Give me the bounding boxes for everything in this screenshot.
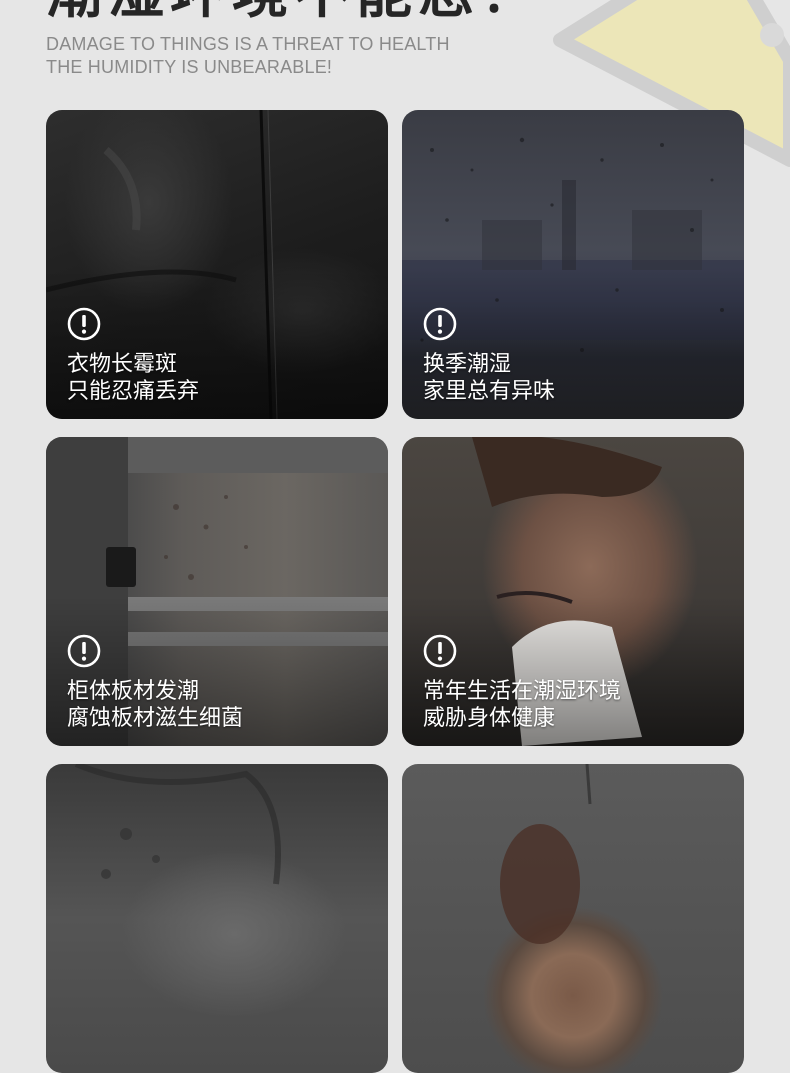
card-moldy-clothes: 衣物长霉斑 只能忍痛丢弃 xyxy=(46,110,388,419)
warning-icon xyxy=(67,307,101,341)
warning-icon xyxy=(67,634,101,668)
shirt-photo xyxy=(46,764,388,1073)
card-caption: 衣物长霉斑 只能忍痛丢弃 xyxy=(67,351,199,405)
subtitle-line-2: THE HUMIDITY IS UNBEARABLE! xyxy=(46,57,333,77)
caption-line-2: 只能忍痛丢弃 xyxy=(67,379,200,404)
card-moldy-shirt xyxy=(46,764,388,1073)
caption-line-1: 常年生活在潮湿环境 xyxy=(423,679,622,704)
caption-line-2: 家里总有异味 xyxy=(423,379,556,404)
subtitle-line-1: DAMAGE TO THINGS IS A THREAT TO HEALTH xyxy=(46,34,450,54)
caption-line-1: 换季潮湿 xyxy=(423,352,512,377)
card-damp-cabinet: 柜体板材发潮 腐蚀板材滋生细菌 xyxy=(46,437,388,746)
card-health-threat: 常年生活在潮湿环境 威胁身体健康 xyxy=(402,437,744,746)
caption-line-2: 威胁身体健康 xyxy=(423,706,556,731)
apple-photo xyxy=(402,764,744,1073)
card-caption: 换季潮湿 家里总有异味 xyxy=(423,351,555,405)
warning-icon xyxy=(423,634,457,668)
card-moldy-apple xyxy=(402,764,744,1073)
card-caption: 常年生活在潮湿环境 威胁身体健康 xyxy=(423,678,621,732)
warning-icon xyxy=(423,307,457,341)
caption-line-1: 柜体板材发潮 xyxy=(67,679,200,704)
caption-line-2: 腐蚀板材滋生细菌 xyxy=(67,706,244,731)
page-subtitle: DAMAGE TO THINGS IS A THREAT TO HEALTH T… xyxy=(46,33,450,79)
card-seasonal-odor: 换季潮湿 家里总有异味 xyxy=(402,110,744,419)
caption-line-1: 衣物长霉斑 xyxy=(67,352,178,377)
card-caption: 柜体板材发潮 腐蚀板材滋生细菌 xyxy=(67,678,243,732)
page-headline: 潮湿环境不能忍！ xyxy=(46,0,542,22)
